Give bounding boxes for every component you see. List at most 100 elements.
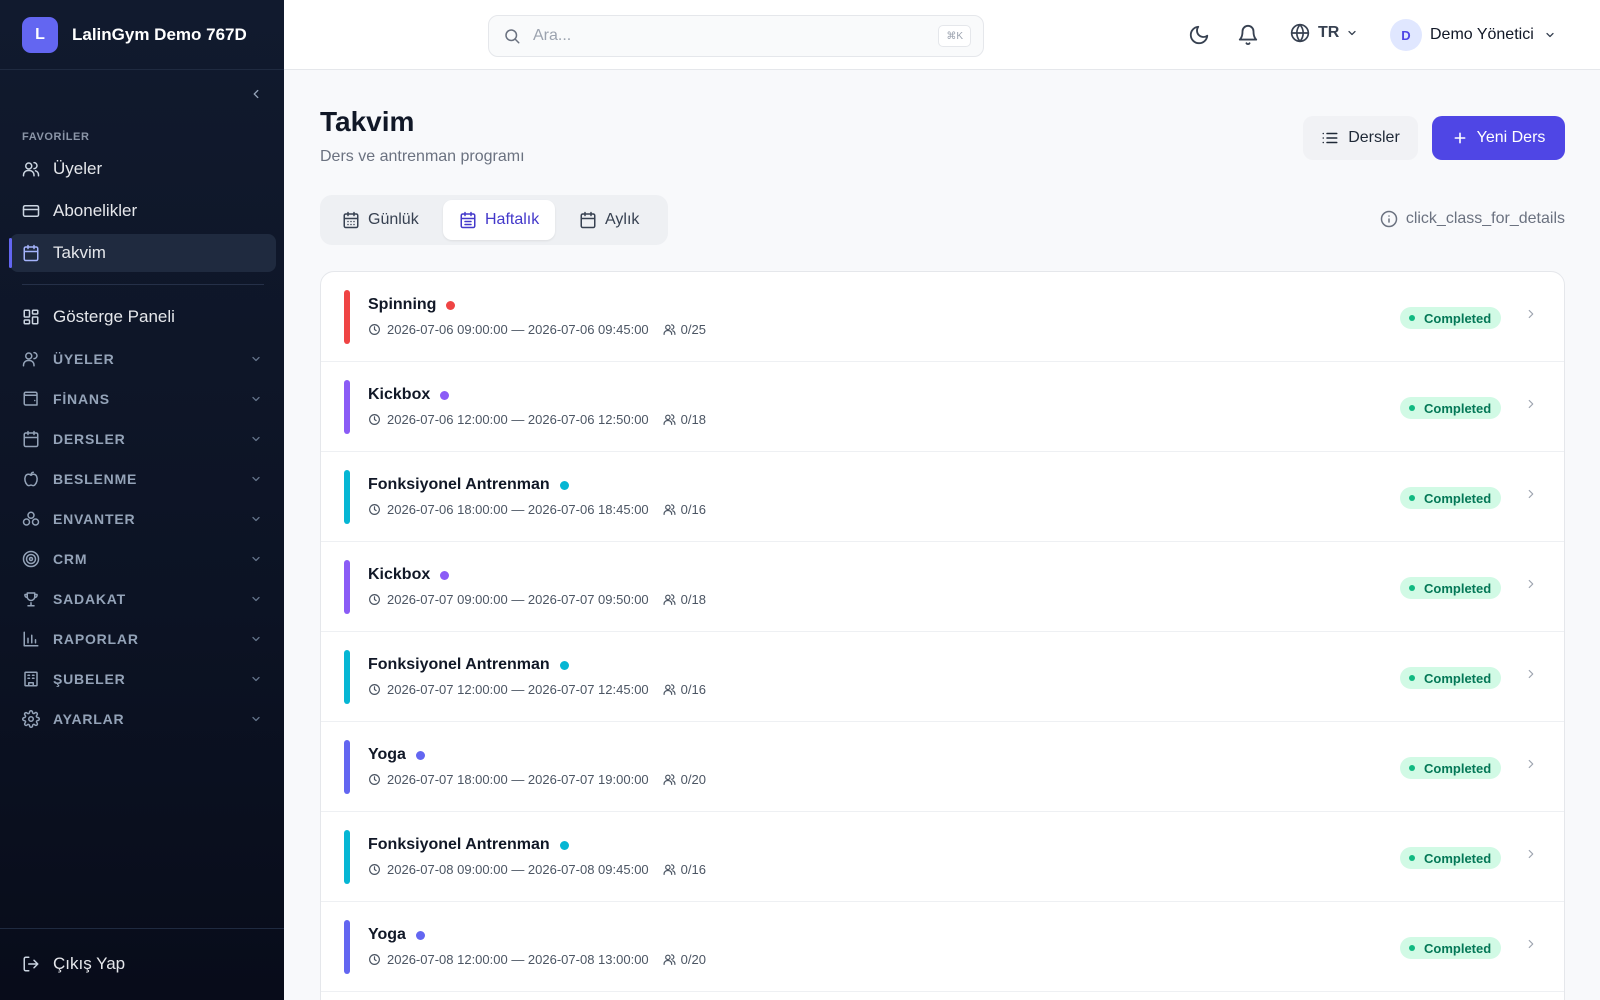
class-title: Kickbox <box>368 566 450 584</box>
boxes-icon <box>22 511 40 526</box>
clock-icon <box>369 594 380 605</box>
brand[interactable]: L LalinGym Demo 767D <box>0 0 284 70</box>
sidebar-item-calendar[interactable]: Takvim <box>9 234 276 272</box>
sidebar-item-label: Abonelikler <box>53 201 138 220</box>
sidebar-group-inventory[interactable]: ENVANTER <box>10 501 276 537</box>
status-dot <box>1409 675 1415 681</box>
clock-icon <box>369 864 380 875</box>
bell-icon[interactable] <box>1237 24 1259 46</box>
tab-monthly[interactable]: Aylık <box>563 200 655 240</box>
class-color-dot <box>446 300 456 310</box>
sidebar-group-label: ÜYELER <box>53 351 115 367</box>
chevron-down-icon <box>252 516 260 522</box>
sidebar-group-label: DERSLER <box>53 431 126 447</box>
class-row[interactable]: Kickbox 2026-07-06 12:00:00 — 2026-07-06 … <box>321 362 1564 452</box>
users-icon <box>663 954 676 965</box>
class-list: Spinning 2026-07-06 09:00:00 — 2026-07-06… <box>320 271 1565 1000</box>
class-row[interactable]: Yoga 2026-07-08 12:00:00 — 2026-07-08 13:… <box>321 902 1564 992</box>
chevron-down-icon <box>1348 30 1356 36</box>
class-meta: 2026-07-07 09:00:00 — 2026-07-07 09:50:0… <box>368 592 706 607</box>
class-row[interactable]: Kickbox 2026-07-07 09:00:00 — 2026-07-07 … <box>321 542 1564 632</box>
class-name: Yoga <box>368 926 406 943</box>
sidebar-group-loyalty[interactable]: SADAKAT <box>10 581 276 617</box>
sidebar-group-crm[interactable]: CRM <box>10 541 276 577</box>
clock-icon <box>369 954 380 965</box>
sidebar-group-finance[interactable]: FİNANS <box>10 381 276 417</box>
search-shortcut-badge: ⌘K <box>938 25 971 47</box>
dark-mode-toggle-icon[interactable] <box>1188 24 1210 46</box>
chevron-down-icon <box>252 556 260 562</box>
tab-weekly[interactable]: Haftalık <box>443 200 556 240</box>
chevron-down-icon <box>252 396 260 402</box>
status-text: Completed <box>1424 850 1492 866</box>
search-input[interactable] <box>533 27 913 45</box>
class-color-dot <box>559 480 569 490</box>
sidebar-group-settings[interactable]: AYARLAR <box>10 701 276 737</box>
sidebar-item-subscriptions[interactable]: Abonelikler <box>10 192 276 230</box>
class-color-dot <box>559 660 569 670</box>
calendar-icon <box>23 430 39 448</box>
details-hint-text: click_class_for_details <box>1405 210 1565 227</box>
class-row[interactable]: Fonksiyonel Antrenman 2026-07-08 09:00:00… <box>321 812 1564 902</box>
class-color-dot <box>440 390 450 400</box>
new-class-button-label: Yeni Ders <box>1476 129 1546 146</box>
class-title: Fonksiyonel Antrenman <box>368 476 569 494</box>
users-icon <box>663 594 676 605</box>
class-title: Spinning <box>368 296 456 314</box>
class-name: Fonksiyonel Antrenman <box>368 836 550 853</box>
chevron-right-icon <box>1528 669 1534 679</box>
tab-daily[interactable]: Günlük <box>326 200 435 240</box>
class-color-bar <box>344 650 350 704</box>
class-row[interactable]: Yoga 2026-07-07 18:00:00 — 2026-07-07 19:… <box>321 722 1564 812</box>
chevron-down-icon <box>1546 32 1554 38</box>
search-icon <box>505 29 520 44</box>
class-color-dot <box>415 930 425 940</box>
class-time: 2026-07-06 18:00:00 — 2026-07-06 18:45:0… <box>387 502 649 517</box>
user-menu[interactable]: D Demo Yönetici <box>1390 19 1556 51</box>
chevron-down-icon <box>252 716 260 722</box>
users-icon <box>663 864 676 875</box>
sidebar-item-label: Üyeler <box>53 159 103 178</box>
sidebar-item-members[interactable]: Üyeler <box>10 150 276 188</box>
class-color-bar <box>344 290 350 344</box>
sidebar: L LalinGym Demo 767D FAVORİLER Üyeler Ab… <box>0 0 284 1000</box>
language-selector[interactable]: TR <box>1290 23 1358 43</box>
status-badge: Completed <box>1400 397 1502 419</box>
sidebar-group-label: AYARLAR <box>53 711 125 727</box>
sidebar-divider <box>22 284 264 285</box>
calendar-icon <box>580 211 596 229</box>
new-class-button[interactable]: Yeni Ders <box>1432 116 1565 160</box>
sidebar-group-reports[interactable]: RAPORLAR <box>10 621 276 657</box>
view-tabs: Günlük Haftalık Aylık <box>320 195 668 245</box>
logout-button[interactable]: Çıkış Yap <box>10 946 276 982</box>
sidebar-item-dashboard[interactable]: Gösterge Paneli <box>10 298 276 336</box>
class-row[interactable]: Fonksiyonel Antrenman 2026-07-06 18:00:00… <box>321 452 1564 542</box>
class-title: Fonksiyonel Antrenman <box>368 656 569 674</box>
status-dot <box>1409 405 1415 411</box>
sidebar-group-members[interactable]: ÜYELER <box>10 341 276 377</box>
clock-icon <box>369 324 380 335</box>
class-time: 2026-07-07 18:00:00 — 2026-07-07 19:00:0… <box>387 772 649 787</box>
status-dot <box>1409 495 1415 501</box>
class-row[interactable]: Fonksiyonel Antrenman 2026-07-07 12:00:00… <box>321 632 1564 722</box>
clock-icon <box>369 684 380 695</box>
clock-icon <box>369 504 380 515</box>
sidebar-group-label: ENVANTER <box>53 511 136 527</box>
classes-list-button[interactable]: Dersler <box>1303 116 1418 160</box>
sidebar-group-branches[interactable]: ŞUBELER <box>10 661 276 697</box>
status-dot <box>1409 765 1415 771</box>
class-capacity: 0/25 <box>680 322 706 337</box>
class-time: 2026-07-07 09:00:00 — 2026-07-07 09:50:0… <box>387 592 649 607</box>
class-name: Spinning <box>368 296 437 313</box>
collapse-sidebar-button[interactable] <box>246 84 266 104</box>
globe-icon <box>1290 23 1310 43</box>
search-box[interactable]: ⌘K <box>488 15 984 57</box>
sidebar-group-nutrition[interactable]: BESLENME <box>10 461 276 497</box>
logout-label: Çıkış Yap <box>53 954 126 973</box>
details-hint: click_class_for_details <box>1380 210 1565 228</box>
class-row[interactable]: Spinning 2026-07-06 09:00:00 — 2026-07-06… <box>321 272 1564 362</box>
chevron-down-icon <box>252 596 260 602</box>
sidebar-group-classes[interactable]: DERSLER <box>10 421 276 457</box>
class-color-dot <box>415 750 425 760</box>
status-dot <box>1409 585 1415 591</box>
